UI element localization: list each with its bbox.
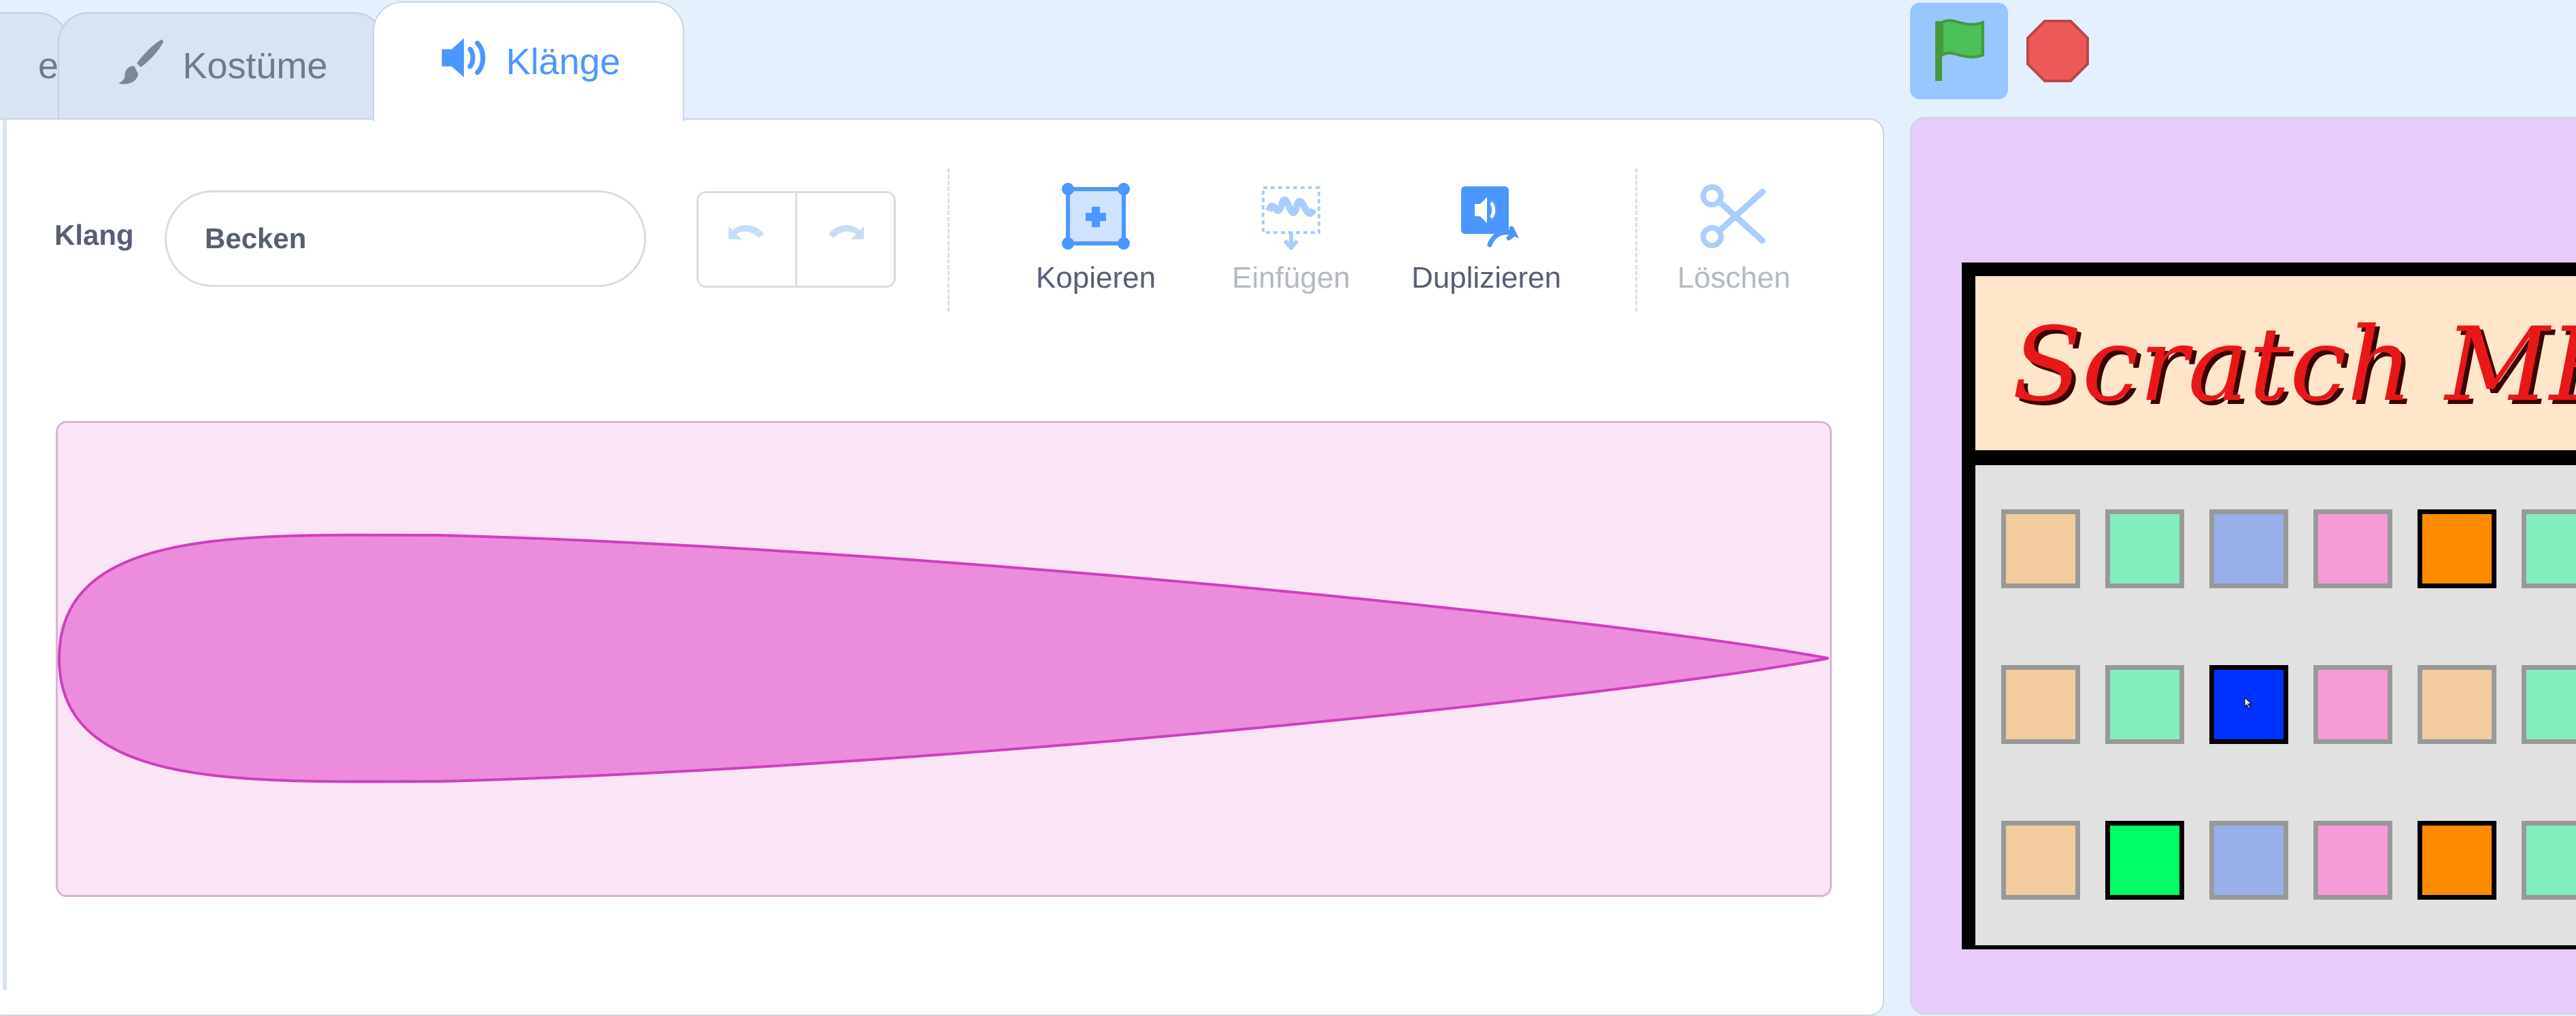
waveform-container[interactable] — [56, 421, 1832, 897]
copy-button[interactable]: Kopieren — [1011, 182, 1181, 295]
scissors-icon — [1649, 182, 1819, 250]
copy-icon — [1011, 182, 1181, 250]
tab-sounds-label: Klänge — [505, 41, 621, 82]
green-flag-icon — [1928, 16, 1990, 87]
mpc-pad[interactable] — [2105, 509, 2184, 588]
undo-button[interactable] — [699, 193, 795, 286]
sound-name-input[interactable] — [165, 190, 646, 287]
duplicate-button[interactable]: Duplizieren — [1401, 182, 1571, 295]
paste-label: Einfügen — [1232, 261, 1350, 294]
delete-label: Löschen — [1677, 261, 1791, 294]
delete-button[interactable]: Löschen — [1649, 182, 1819, 295]
mpc-pad[interactable] — [2313, 821, 2392, 900]
tab-code-label: e — [37, 46, 58, 86]
redo-button[interactable] — [795, 193, 894, 286]
stop-icon — [2026, 20, 2090, 86]
sound-name-label: Klang — [54, 219, 134, 251]
panel-divider — [3, 120, 7, 990]
mpc-title: Scratch MPC — [2012, 306, 2576, 424]
green-flag-button[interactable] — [1910, 3, 2008, 99]
duplicate-icon — [1401, 182, 1571, 250]
copy-label: Kopieren — [1035, 261, 1156, 294]
waveform-shape — [57, 533, 1829, 783]
mpc-pad[interactable] — [2313, 509, 2392, 588]
mpc-pad[interactable] — [2313, 665, 2392, 744]
mpc-pad[interactable] — [2418, 665, 2496, 744]
tab-sounds[interactable]: Klänge — [373, 1, 684, 121]
mpc-pad[interactable] — [2209, 665, 2288, 744]
tab-costumes[interactable]: Kostüme — [58, 12, 384, 118]
paste-icon — [1206, 182, 1376, 250]
toolbar-divider — [1635, 169, 1637, 311]
tab-costumes-label: Kostüme — [182, 46, 328, 86]
mpc-pad[interactable] — [2209, 821, 2288, 900]
brush-icon — [114, 35, 167, 97]
duplicate-label: Duplizieren — [1411, 261, 1562, 294]
stop-button[interactable] — [2026, 19, 2090, 83]
mpc-pad[interactable] — [2105, 665, 2184, 744]
paste-button[interactable]: Einfügen — [1206, 182, 1376, 295]
undo-icon — [723, 221, 771, 258]
mouse-cursor-icon — [2244, 696, 2254, 713]
speaker-icon — [437, 33, 491, 91]
mpc-pad[interactable] — [2522, 509, 2576, 588]
redo-icon — [822, 221, 869, 258]
mpc-pad[interactable] — [2001, 509, 2080, 588]
waveform — [57, 533, 1829, 783]
undo-redo-group — [697, 191, 896, 288]
mpc-pad[interactable] — [2522, 821, 2576, 900]
mpc-pad[interactable] — [2001, 821, 2080, 900]
mpc-pad[interactable] — [2209, 509, 2288, 588]
mpc-pad[interactable] — [2522, 665, 2576, 744]
mpc-pad[interactable] — [2418, 509, 2496, 588]
mpc-pad[interactable] — [2001, 665, 2080, 744]
mpc-pad[interactable] — [2105, 821, 2184, 900]
toolbar-divider — [948, 169, 950, 311]
mpc-pad[interactable] — [2418, 821, 2496, 900]
